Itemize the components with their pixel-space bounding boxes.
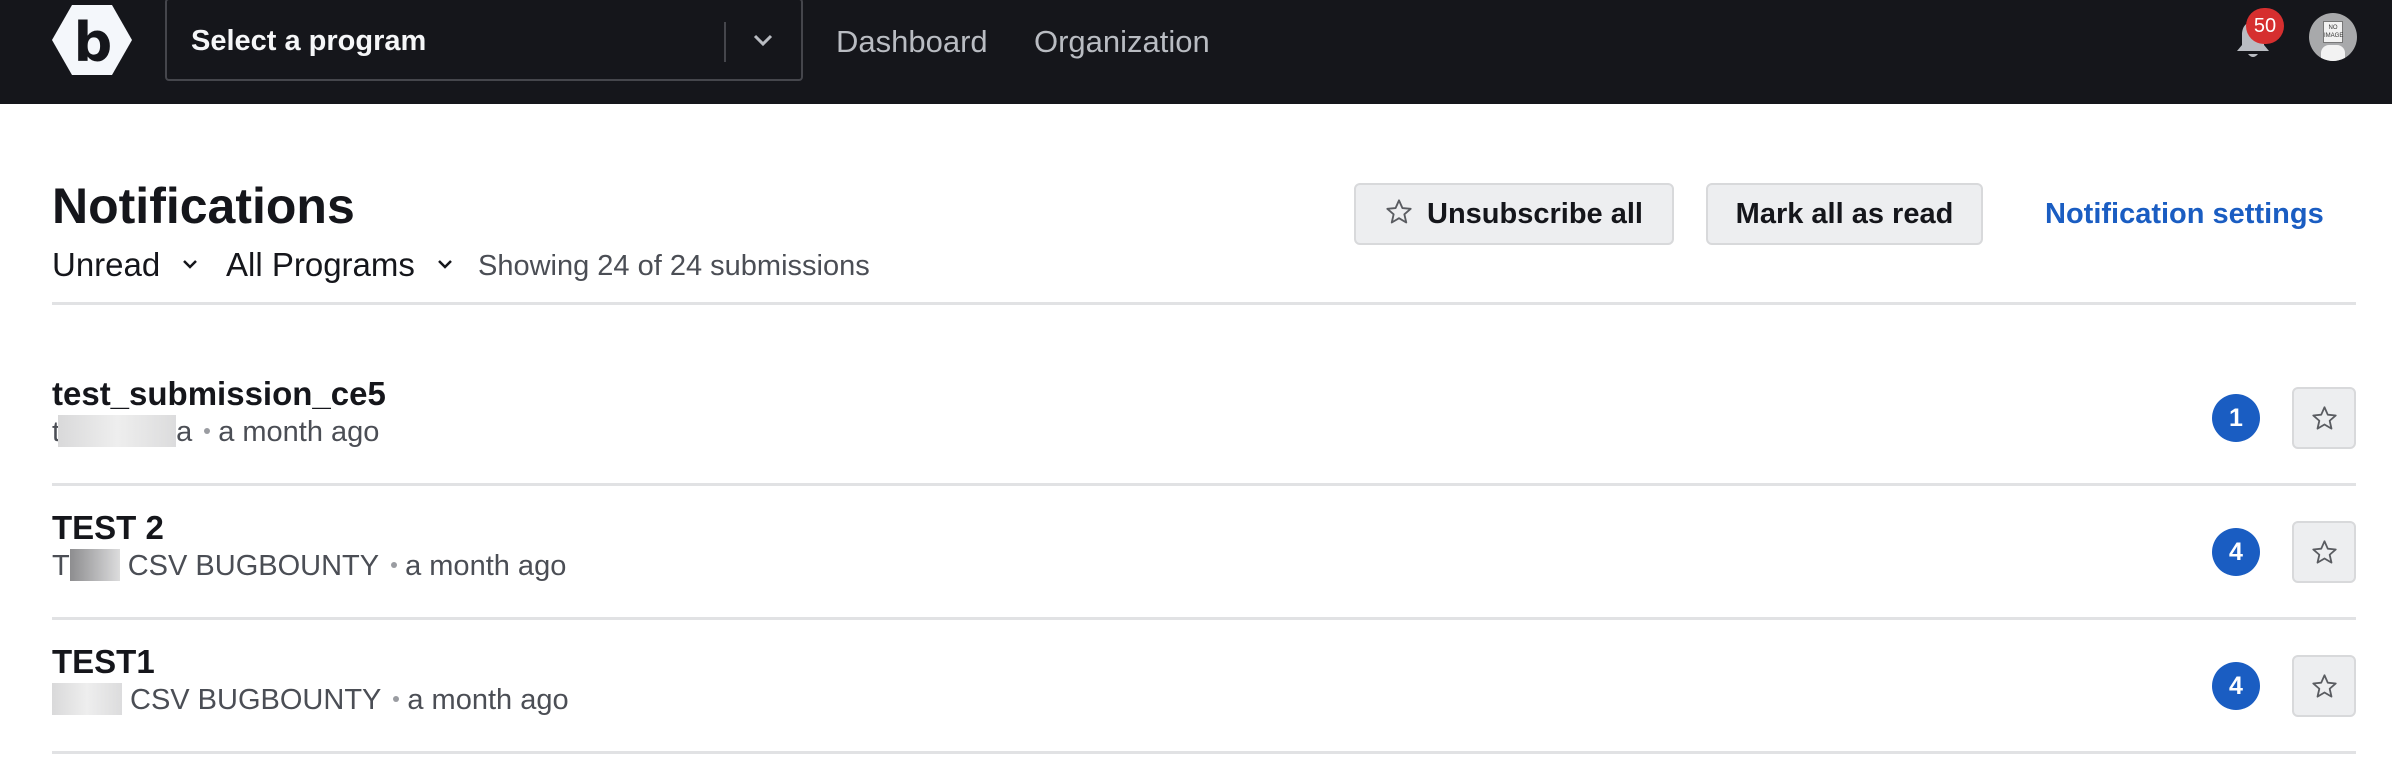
- program-select[interactable]: Select a program: [165, 0, 803, 81]
- redacted-text: [69, 549, 120, 582]
- subscribe-star-button[interactable]: [2292, 521, 2356, 583]
- separator-dot: [204, 428, 211, 435]
- user-avatar[interactable]: NO IMAGE: [2309, 13, 2357, 61]
- separator-dot: [391, 562, 398, 569]
- unsubscribe-all-button[interactable]: Unsubscribe all: [1354, 183, 1674, 245]
- program-filter-dropdown[interactable]: All Programs: [226, 244, 454, 286]
- submission-meta: taa month ago: [52, 414, 379, 450]
- bugcrowd-logo-icon[interactable]: b: [52, 5, 132, 75]
- program-name-suffix: a: [176, 416, 193, 448]
- star-outline-icon: [2312, 540, 2337, 564]
- submission-time: a month ago: [218, 416, 380, 448]
- mark-all-read-button[interactable]: Mark all as read: [1706, 183, 1983, 245]
- chevron-down-icon: [753, 34, 773, 47]
- row-divider: [52, 751, 2356, 754]
- program-name-suffix: CSV BUGBOUNTY: [130, 684, 382, 716]
- program-filter-label: All Programs: [226, 246, 415, 283]
- redacted-text: [58, 415, 177, 448]
- submission-time: a month ago: [405, 550, 567, 582]
- notification-settings-link[interactable]: Notification settings: [2045, 192, 2324, 236]
- submission-title[interactable]: test_submission_ce5: [52, 374, 386, 414]
- separator-dot: [393, 696, 400, 703]
- nav-organization[interactable]: Organization: [1034, 20, 1210, 64]
- redacted-text: [52, 683, 122, 716]
- top-navigation-bar: b Select a program Dashboard Organizatio…: [0, 0, 2392, 104]
- header-divider: [52, 302, 2356, 305]
- chevron-down-icon: [438, 260, 452, 270]
- nav-dashboard[interactable]: Dashboard: [836, 20, 988, 64]
- status-filter-dropdown[interactable]: Unread: [52, 244, 199, 286]
- notification-row[interactable]: test_submission_ce5 taa month ago 1: [52, 352, 2356, 486]
- program-name-suffix: CSV BUGBOUNTY: [127, 550, 380, 582]
- unsubscribe-all-label: Unsubscribe all: [1427, 198, 1643, 230]
- program-select-label: Select a program: [191, 25, 427, 57]
- unread-count-badge: 1: [2212, 394, 2260, 442]
- unread-count-badge: 4: [2212, 528, 2260, 576]
- notification-count-badge: 50: [2246, 8, 2284, 44]
- unread-count-badge: 4: [2212, 662, 2260, 710]
- star-outline-icon: [2312, 406, 2337, 430]
- submission-title[interactable]: TEST 2: [52, 508, 164, 548]
- svg-text:b: b: [74, 11, 113, 74]
- chevron-down-icon: [183, 260, 198, 270]
- subscribe-star-button[interactable]: [2292, 387, 2356, 449]
- submission-meta: T CSV BUGBOUNTY a month ago: [52, 548, 566, 584]
- submission-time: a month ago: [407, 684, 569, 716]
- page-title: Notifications: [52, 178, 355, 234]
- star-outline-icon: [1386, 199, 1412, 224]
- avatar-placeholder-sign: NO IMAGE: [2323, 21, 2343, 43]
- program-name-prefix: T: [52, 550, 70, 582]
- submission-meta: CSV BUGBOUNTY a month ago: [52, 682, 569, 718]
- results-count-text: Showing 24 of 24 submissions: [478, 250, 870, 282]
- select-divider: [724, 22, 726, 62]
- avatar-placeholder-figure: [2321, 45, 2345, 61]
- submission-title[interactable]: TEST1: [52, 642, 155, 682]
- subscribe-star-button[interactable]: [2292, 655, 2356, 717]
- star-outline-icon: [2312, 674, 2337, 698]
- notification-row[interactable]: TEST1 CSV BUGBOUNTY a month ago 4: [52, 620, 2356, 754]
- status-filter-label: Unread: [52, 246, 161, 283]
- notification-row[interactable]: TEST 2 T CSV BUGBOUNTY a month ago 4: [52, 486, 2356, 620]
